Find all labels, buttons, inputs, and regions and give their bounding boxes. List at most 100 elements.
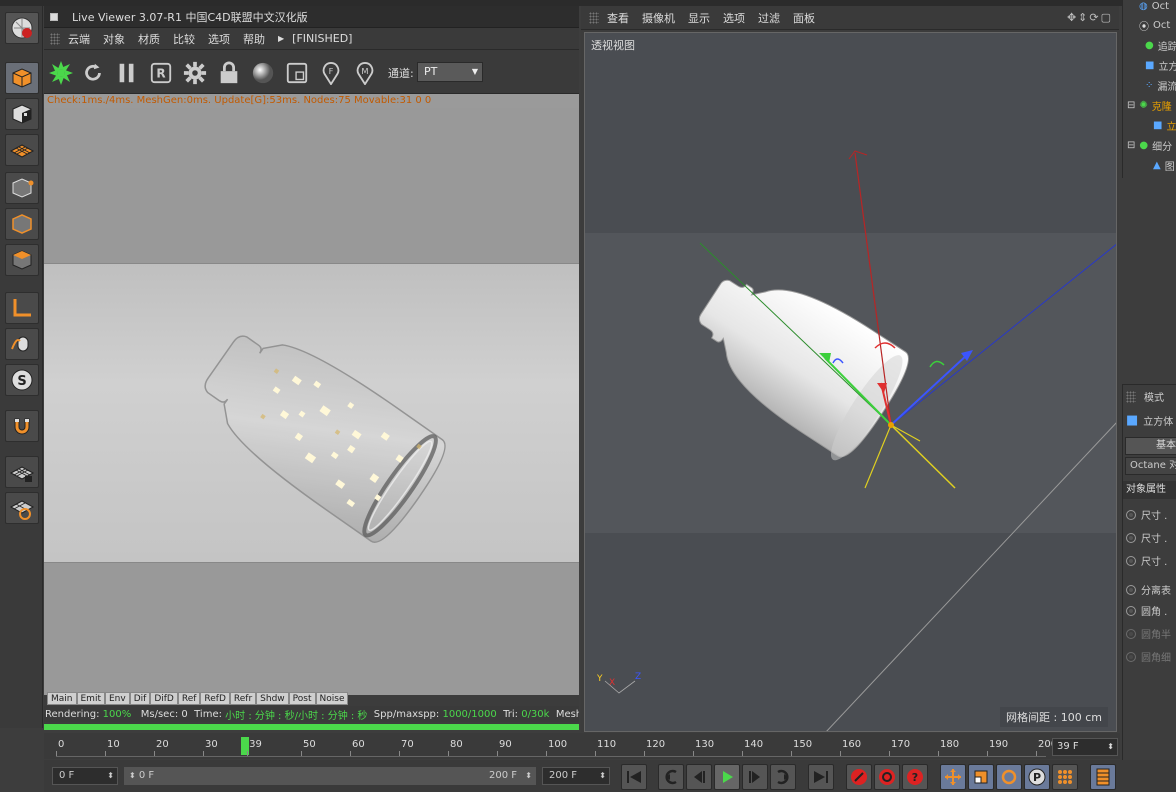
menu-vp-options[interactable]: 选项 [723, 10, 745, 26]
solo-mode-icon[interactable]: S [5, 364, 39, 396]
menu-view[interactable]: 查看 [607, 10, 629, 26]
timeline-ruler[interactable]: 0 10 20 30 39 50 60 70 80 90 100 110 120 130 140 150 160… [56, 735, 1057, 757]
prev-key-icon[interactable] [658, 764, 684, 790]
polygons-mode-icon[interactable] [5, 244, 39, 276]
go-to-end-icon[interactable] [808, 764, 834, 790]
menu-help[interactable]: 帮助 [243, 31, 265, 47]
menu-compare[interactable]: 比较 [173, 31, 195, 47]
stepper-icon[interactable]: ⬍ [1107, 739, 1114, 755]
undo-view-icon[interactable] [5, 12, 39, 44]
rotation-key-icon[interactable] [996, 764, 1022, 790]
scale-key-icon[interactable] [968, 764, 994, 790]
texture-mode-icon[interactable] [5, 98, 39, 130]
menu-options[interactable]: 选项 [208, 31, 230, 47]
pass-main[interactable]: Main [47, 692, 77, 705]
radio-icon[interactable] [1126, 509, 1136, 520]
material-sphere-icon[interactable] [250, 60, 276, 86]
points-mode-icon[interactable] [5, 172, 39, 204]
octane-logo-icon[interactable] [48, 60, 74, 86]
pass-ref[interactable]: Ref [177, 692, 201, 705]
prev-frame-icon[interactable] [686, 764, 712, 790]
axis-mode-icon[interactable] [5, 292, 39, 324]
material-pick-icon[interactable]: M [352, 60, 378, 86]
lock-icon[interactable] [216, 60, 242, 86]
workplane-lock-icon[interactable] [5, 492, 39, 524]
stepper-icon[interactable]: ⬍ [129, 771, 136, 780]
object-item-selected[interactable]: ⊟ ✺ 克隆 [1127, 95, 1172, 115]
radio-icon[interactable] [1126, 532, 1136, 543]
pass-emit[interactable]: Emit [76, 692, 105, 705]
object-item[interactable]: ⊟ ● 细分 [1127, 135, 1172, 155]
point-level-icon[interactable] [1052, 764, 1078, 790]
go-to-start-icon[interactable] [621, 764, 647, 790]
settings-gear-icon[interactable] [182, 60, 208, 86]
tab-basic[interactable]: 基本 [1125, 437, 1176, 455]
model-mode-icon[interactable] [5, 62, 39, 94]
object-item[interactable]: ⦿ Oct [1139, 15, 1170, 35]
tab-octane[interactable]: Octane 对 [1125, 457, 1176, 475]
menu-arrow-icon[interactable]: ▶ [278, 34, 284, 43]
pass-shdw[interactable]: Shdw [256, 692, 289, 705]
stepper-icon[interactable]: ⬍ [107, 768, 114, 784]
stepper-icon[interactable]: ⬍ [525, 768, 532, 784]
next-key-icon[interactable] [770, 764, 796, 790]
menu-cloud[interactable]: 云端 [68, 31, 90, 47]
pass-noise[interactable]: Noise [315, 692, 349, 705]
record-keys-icon[interactable] [846, 764, 872, 790]
radio-icon[interactable] [1126, 584, 1136, 595]
collapse-icon[interactable]: ⊟ [1127, 140, 1135, 151]
object-item[interactable]: ⁘ 漏流 [1145, 75, 1176, 95]
tweak-mode-icon[interactable] [5, 328, 39, 360]
end-frame-field[interactable]: 200 F ⬍ [542, 767, 610, 785]
autokey-icon[interactable] [874, 764, 900, 790]
pass-dif[interactable]: Dif [129, 692, 151, 705]
attr-row[interactable]: 尺寸 . [1126, 553, 1167, 568]
viewport-canvas[interactable]: YX Z 透视视图 网格间距 : 100 cm [584, 32, 1117, 732]
collapse-icon[interactable]: ⊟ [1127, 100, 1135, 111]
menu-display[interactable]: 显示 [688, 10, 710, 26]
object-item[interactable]: ■ 立 [1153, 115, 1176, 135]
radio-icon[interactable] [1126, 555, 1136, 566]
menu-camera[interactable]: 摄像机 [642, 10, 675, 26]
parameter-key-icon[interactable]: P [1024, 764, 1050, 790]
timeline[interactable]: 0 10 20 30 39 50 60 70 80 90 100 110 120 130 140 150 160… [44, 733, 1120, 759]
start-frame-field[interactable]: 0 F ⬍ [52, 767, 118, 785]
next-frame-icon[interactable] [742, 764, 768, 790]
viewport-nav-icons[interactable]: ✥⇕⟳▢ [1067, 11, 1113, 24]
region-render-icon[interactable]: R [148, 60, 174, 86]
menu-objects[interactable]: 对象 [103, 31, 125, 47]
object-item[interactable]: ● 追踪 [1145, 35, 1176, 55]
render-image[interactable] [44, 263, 579, 563]
menu-filter[interactable]: 过滤 [758, 10, 780, 26]
keyframe-selection-icon[interactable]: ? [902, 764, 928, 790]
clay-mode-icon[interactable] [284, 60, 310, 86]
pass-refr[interactable]: Refr [229, 692, 257, 705]
channel-select[interactable]: PT ▼ [417, 62, 483, 82]
attr-row[interactable]: 尺寸 . [1126, 530, 1167, 545]
attr-row[interactable]: 尺寸 . [1126, 507, 1167, 522]
snap-icon[interactable] [5, 410, 39, 442]
pass-difd[interactable]: DifD [150, 692, 178, 705]
pass-refd[interactable]: RefD [200, 692, 230, 705]
pause-icon[interactable] [114, 60, 140, 86]
workplane-icon[interactable] [5, 134, 39, 166]
grid-lock-icon[interactable] [5, 456, 39, 488]
radio-icon[interactable] [1126, 605, 1136, 616]
pass-post[interactable]: Post [288, 692, 316, 705]
edges-mode-icon[interactable] [5, 208, 39, 240]
focus-pick-icon[interactable]: F [318, 60, 344, 86]
position-key-icon[interactable] [940, 764, 966, 790]
current-frame-field[interactable]: 39 F ⬍ [1052, 738, 1118, 756]
attr-row[interactable]: 分离表 [1126, 582, 1171, 597]
range-slider[interactable]: ⬍ 0 F 200 F ⬍ [124, 767, 536, 785]
play-icon[interactable] [714, 764, 740, 790]
menu-panel[interactable]: 面板 [793, 10, 815, 26]
object-item[interactable]: ■ 立方 [1145, 55, 1176, 75]
pass-env[interactable]: Env [104, 692, 130, 705]
restart-render-icon[interactable] [80, 60, 106, 86]
menu-materials[interactable]: 材质 [138, 31, 160, 47]
attr-row[interactable]: 圆角 . [1126, 603, 1167, 618]
stepper-icon[interactable]: ⬍ [599, 768, 606, 784]
object-item[interactable]: ◍ Oct [1139, 0, 1169, 16]
timeline-window-icon[interactable] [1090, 764, 1116, 790]
